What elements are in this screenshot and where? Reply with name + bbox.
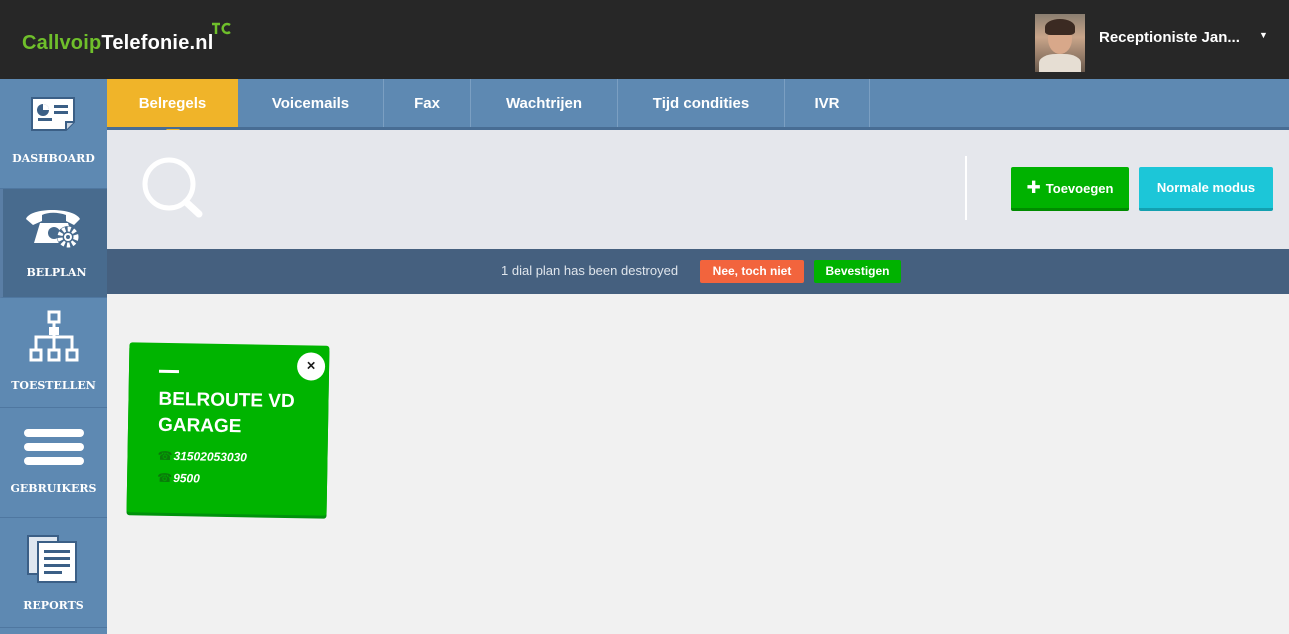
tab-fax[interactable]: Fax xyxy=(384,79,471,127)
card-close-button[interactable]: × xyxy=(296,352,326,381)
phone-icon: ☎ xyxy=(157,470,173,486)
user-name[interactable]: Receptioniste Jan... xyxy=(1099,29,1254,46)
card-title: BELROUTE VD GARAGE xyxy=(157,388,295,438)
sidebar-item-dashboard[interactable]: DASHBOARD xyxy=(0,79,107,189)
card-dash xyxy=(158,369,180,374)
plus-icon: ✚ xyxy=(1026,178,1041,197)
logo-text-callvoip: Callvoip xyxy=(22,32,102,54)
sidebar-item-label: DASHBOARD xyxy=(12,152,95,165)
sidebar-item-gebruikers[interactable]: GEBRUIKERS xyxy=(0,408,107,518)
undo-button[interactable]: Nee, toch niet xyxy=(700,260,804,283)
tab-voicemails[interactable]: Voicemails xyxy=(238,79,384,127)
normal-mode-button[interactable]: Normale modus xyxy=(1139,167,1273,211)
network-icon xyxy=(29,310,78,362)
dashboard-icon xyxy=(30,97,75,131)
tab-bar: Belregels Voicemails Fax Wachtrijen Tijd… xyxy=(107,79,1289,137)
brand-logo[interactable]: CallvoipTelefonie.nl xyxy=(22,32,213,55)
sidebar-item-label: TOESTELLEN xyxy=(11,379,96,392)
sidebar-item-reports[interactable]: REPORTS xyxy=(0,518,107,628)
notice-message: 1 dial plan has been destroyed xyxy=(501,263,679,278)
card-number-value: 9500 xyxy=(173,471,200,486)
search-icon[interactable] xyxy=(139,156,205,222)
toolbar: ✚ Toevoegen Normale modus xyxy=(107,130,1289,249)
top-header: CallvoipTelefonie.nl Receptioniste Jan..… xyxy=(0,0,1289,79)
logo-text-telefonie: Telefonie.nl xyxy=(101,32,214,54)
dial-plan-card[interactable]: × BELROUTE VD GARAGE ☎31502053030 ☎9500 xyxy=(126,342,330,516)
tab-belregels[interactable]: Belregels xyxy=(107,79,238,137)
sidebar-item-label: BELPLAN xyxy=(26,266,87,279)
tab-ivr[interactable]: IVR xyxy=(785,79,870,127)
sidebar-item-label: REPORTS xyxy=(23,599,84,612)
add-button[interactable]: ✚ Toevoegen xyxy=(1011,167,1129,211)
notice-bar: 1 dial plan has been destroyed Nee, toch… xyxy=(107,249,1289,294)
documents-icon xyxy=(26,535,77,583)
tab-wachtrijen[interactable]: Wachtrijen xyxy=(471,79,618,127)
card-number: ☎9500 xyxy=(157,471,200,486)
phone-gear-icon xyxy=(26,210,80,248)
add-button-label: Toevoegen xyxy=(1045,181,1114,196)
phone-icon: ☎ xyxy=(157,448,173,464)
sidebar-item-toestellen[interactable]: TOESTELLEN xyxy=(0,298,107,408)
user-avatar[interactable] xyxy=(1035,14,1085,72)
sidebar: DASHBOARD BELPLAN TOESTELLEN GEBRUIKERS … xyxy=(0,79,107,634)
tab-tijd-condities[interactable]: Tijd condities xyxy=(618,79,785,127)
bars-icon xyxy=(23,429,84,465)
sidebar-item-belplan[interactable]: BELPLAN xyxy=(0,189,107,298)
card-number-value: 31502053030 xyxy=(173,449,248,465)
confirm-button[interactable]: Bevestigen xyxy=(814,260,901,283)
card-number: ☎31502053030 xyxy=(157,449,247,465)
user-menu-caret-icon[interactable]: ▼ xyxy=(1259,30,1268,40)
logo-mark-icon xyxy=(212,22,231,35)
toolbar-divider xyxy=(965,156,967,220)
sidebar-item-label: GEBRUIKERS xyxy=(10,482,97,495)
